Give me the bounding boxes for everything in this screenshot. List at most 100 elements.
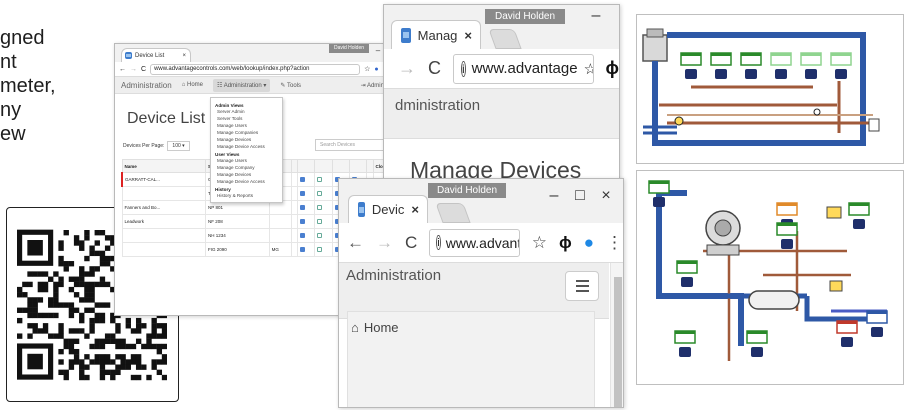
close-tab-icon[interactable]: × [464, 28, 472, 43]
scrollbar-thumb[interactable] [614, 277, 622, 407]
menu-item[interactable]: Manage Users [211, 157, 282, 164]
back-icon[interactable]: ← [119, 66, 126, 73]
row-action-icon[interactable] [317, 246, 323, 252]
row-action-icon[interactable] [317, 204, 323, 210]
table-cell[interactable] [314, 214, 333, 229]
table-cell[interactable] [297, 200, 316, 215]
row-action-icon[interactable] [317, 218, 323, 224]
table-cell: NF 208 [205, 214, 270, 229]
info-icon[interactable]: i [461, 60, 466, 77]
sync-icon[interactable]: ϕ [606, 58, 620, 79]
reload-icon[interactable]: C [405, 233, 417, 253]
browser-tab[interactable]: Device List × [121, 48, 191, 62]
reload-icon[interactable]: C [141, 66, 146, 73]
row-action-icon[interactable] [317, 190, 323, 196]
menu-item[interactable]: Manage Companies [211, 129, 282, 136]
extension-icon[interactable]: ● [374, 66, 378, 73]
row-action-icon[interactable] [300, 232, 306, 238]
menu-item[interactable]: Manage Users [211, 122, 282, 129]
table-header-cell[interactable] [297, 159, 316, 173]
row-action-icon[interactable] [300, 204, 306, 210]
table-header-cell[interactable] [331, 159, 350, 173]
tab-title: Devic [371, 202, 405, 217]
navbar-brand[interactable]: dministration [395, 97, 480, 114]
nav-tools[interactable]: ✎ Tools [280, 82, 301, 89]
hamburger-menu-icon[interactable] [565, 271, 599, 301]
user-badge[interactable]: David Holden [428, 183, 506, 198]
bookmark-star-icon[interactable]: ☆ [584, 60, 593, 78]
close-tab-icon[interactable]: × [411, 202, 419, 217]
table-cell [268, 214, 292, 229]
home-icon: ⌂ [351, 320, 359, 335]
browser-tab[interactable]: Devic × [348, 195, 428, 223]
bookmark-star-icon[interactable]: ☆ [364, 65, 370, 73]
navbar-brand[interactable]: Administration [346, 267, 441, 284]
table-cell[interactable] [297, 228, 316, 243]
address-bar: ← → C i www.advanta ☆ ϕ ● ⋮ [339, 223, 623, 263]
maximize-icon[interactable]: □ [567, 187, 593, 205]
user-badge[interactable]: David Holden [485, 9, 565, 24]
scrollbar[interactable] [610, 263, 623, 407]
url-field[interactable]: i www.advantage ☆ [453, 53, 594, 84]
table-cell[interactable] [297, 242, 316, 257]
table-cell[interactable] [297, 186, 316, 201]
menu-item[interactable]: Server Admin [211, 108, 282, 115]
url-field[interactable]: i www.advanta [429, 228, 520, 257]
row-action-icon[interactable] [300, 190, 306, 196]
title-bar: David Holden – □ × Devic × [339, 179, 623, 223]
table-cell[interactable] [314, 172, 333, 187]
menu-item[interactable]: Manage Devices [211, 171, 282, 178]
menu-item[interactable]: History & Reports [211, 192, 282, 199]
forward-icon[interactable]: → [398, 58, 416, 79]
row-action-icon[interactable] [300, 176, 306, 182]
new-tab-button[interactable] [488, 29, 522, 49]
table-cell: Leadwork [121, 214, 207, 229]
pid-top-graphic [642, 28, 880, 146]
table-cell[interactable] [297, 214, 316, 229]
url-field[interactable]: www.advantagecontrols.com/web/lookup/ind… [150, 63, 361, 75]
nav-home[interactable]: ⌂ Home [351, 320, 399, 335]
close-tab-icon[interactable]: × [182, 53, 186, 59]
bookmark-star-icon[interactable]: ☆ [532, 233, 547, 253]
browser-tab[interactable]: Manag × [391, 20, 481, 49]
table-cell[interactable] [314, 186, 333, 201]
nav-home[interactable]: ⌂ Home [182, 82, 203, 88]
per-page-select[interactable]: 100 ▾ [167, 141, 190, 151]
row-action-icon[interactable] [317, 232, 323, 238]
table-cell: NH 1234 [205, 228, 270, 243]
search-placeholder: Search Devices [320, 142, 356, 148]
user-badge[interactable]: David Holden [329, 44, 369, 53]
browser-menu-icon[interactable]: ⋮ [606, 233, 623, 253]
reload-icon[interactable]: C [428, 58, 441, 79]
new-tab-button[interactable] [435, 203, 471, 223]
minimize-icon[interactable]: – [581, 7, 611, 25]
table-cell[interactable] [297, 172, 316, 187]
menu-item[interactable]: Manage Company [211, 164, 282, 171]
menu-item[interactable]: Manage Devices [211, 136, 282, 143]
row-action-icon[interactable] [317, 176, 323, 182]
row-action-icon[interactable] [300, 246, 306, 252]
sync-icon[interactable]: ϕ [559, 233, 572, 253]
menu-item[interactable]: Server Tools [211, 115, 282, 122]
table-cell[interactable] [314, 228, 333, 243]
nav-administration-dropdown[interactable]: ☷ Administration ▾ [213, 78, 271, 92]
extension-icon[interactable]: ● [584, 233, 594, 253]
table-header-cell[interactable] [348, 159, 368, 173]
close-window-icon[interactable]: × [593, 187, 619, 205]
info-icon[interactable]: i [436, 235, 441, 250]
navbar-brand[interactable]: Administration [121, 81, 172, 90]
forward-icon[interactable]: → [376, 233, 393, 253]
table-header-cell[interactable] [314, 159, 333, 173]
address-bar: → C i www.advantage ☆ ϕ [384, 49, 619, 89]
minimize-icon[interactable]: – [541, 187, 567, 205]
table-cell[interactable] [314, 242, 333, 257]
back-icon[interactable]: ← [347, 233, 364, 253]
menu-item[interactable]: Manage Device Access [211, 178, 282, 185]
forward-icon[interactable]: → [130, 66, 137, 73]
pid-diagram-top [636, 14, 904, 164]
per-page-value: 100 [172, 143, 181, 149]
menu-item[interactable]: Manage Device Access [211, 143, 282, 150]
table-cell[interactable] [314, 200, 333, 215]
table-header-cell[interactable]: Name [121, 159, 207, 173]
row-action-icon[interactable] [300, 218, 306, 224]
